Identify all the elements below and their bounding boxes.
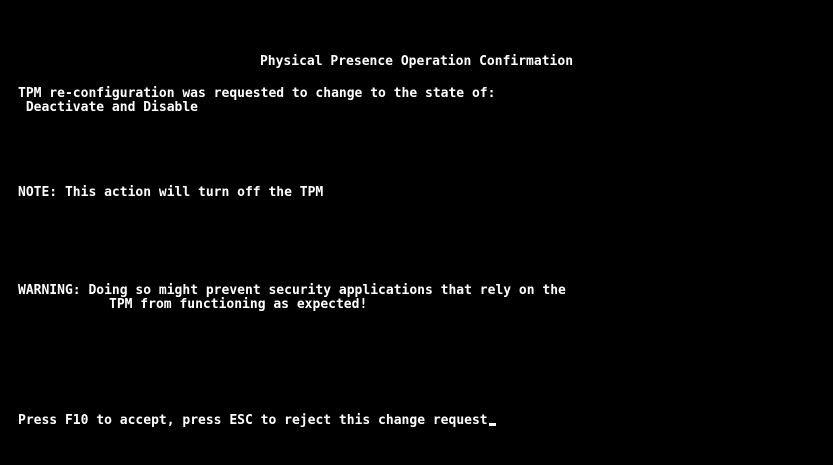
screen-title: Physical Presence Operation Confirmation bbox=[259, 54, 574, 69]
warning-message-continued: TPM from functioning as expected! bbox=[18, 298, 367, 312]
reject-key-esc[interactable]: ESC bbox=[229, 413, 252, 428]
requested-state: Deactivate and Disable bbox=[18, 100, 199, 115]
prompt-suffix: to reject this change request bbox=[252, 413, 488, 428]
bios-tpm-confirmation-screen: Physical Presence Operation Confirmation… bbox=[0, 0, 833, 465]
note-message: NOTE: This action will turn off the TPM bbox=[18, 185, 324, 200]
accept-key-f10[interactable]: F10 bbox=[65, 413, 88, 428]
warning-message: WARNING: Doing so might prevent security… bbox=[18, 284, 566, 298]
warning-text-line2: TPM from functioning as expected! bbox=[109, 297, 368, 312]
text-cursor-icon bbox=[488, 423, 496, 426]
prompt-middle: to accept, press bbox=[88, 413, 230, 428]
request-description: TPM re-configuration was requested to ch… bbox=[18, 86, 496, 101]
key-prompt: Press F10 to accept, press ESC to reject… bbox=[18, 414, 496, 428]
warning-text-line1: Doing so might prevent security applicat… bbox=[88, 283, 566, 298]
prompt-prefix: Press bbox=[18, 413, 65, 428]
warning-label: WARNING: bbox=[18, 283, 89, 298]
